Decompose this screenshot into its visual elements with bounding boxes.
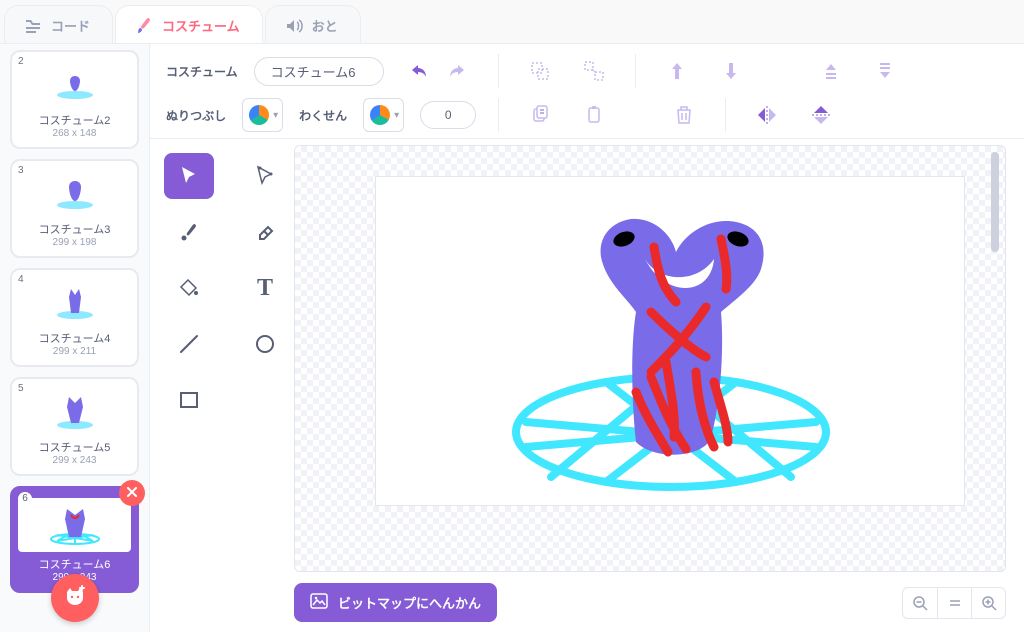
zoom-reset-button[interactable]	[937, 588, 971, 618]
canvas[interactable]	[294, 145, 1006, 572]
tab-costumes-label: コスチューム	[162, 16, 240, 35]
tab-sounds[interactable]: おと	[265, 5, 361, 43]
costume-number: 6	[18, 492, 32, 506]
brush-tool[interactable]	[164, 209, 214, 255]
costume-item[interactable]: 5 コスチューム5 299 x 243	[10, 377, 139, 476]
circle-tool[interactable]	[240, 321, 290, 367]
redo-button[interactable]	[438, 54, 476, 88]
costume-number: 4	[18, 274, 24, 285]
bitmap-icon	[310, 593, 328, 612]
flip-vertical-button[interactable]	[802, 98, 840, 132]
separator	[498, 98, 499, 132]
paint-editor: コスチューム ぬりつぶし ▾	[150, 44, 1024, 632]
costume-number: 3	[18, 165, 24, 176]
undo-button[interactable]	[400, 54, 438, 88]
costume-thumbnail	[18, 498, 131, 552]
delete-costume-button[interactable]	[119, 480, 145, 506]
art-stage	[375, 176, 965, 506]
convert-to-bitmap-button[interactable]: ビットマップにへんかん	[294, 583, 497, 622]
costume-thumbnail	[18, 389, 131, 435]
paste-button[interactable]	[575, 98, 613, 132]
editor-tabs: コード コスチューム おと	[0, 0, 1024, 44]
group-button[interactable]	[521, 54, 559, 88]
backward-button[interactable]	[866, 54, 904, 88]
workspace: T	[150, 139, 1024, 632]
costume-name: コスチューム4	[18, 330, 131, 346]
costume-thumbnail	[18, 62, 131, 108]
separator	[635, 54, 636, 88]
chevron-down-icon: ▾	[273, 110, 278, 121]
costume-item[interactable]: 2 コスチューム2 268 x 148	[10, 50, 139, 149]
canvas-area	[294, 139, 1024, 632]
color-swatch-icon	[249, 105, 269, 125]
select-tool[interactable]	[164, 153, 214, 199]
costume-number: 2	[18, 56, 24, 67]
tab-code-label: コード	[51, 16, 90, 35]
costume-list: 2 コスチューム2 268 x 148 3 コスチューム3 299 x 198 …	[0, 44, 150, 632]
costume-item[interactable]: 4 コスチューム4 299 x 211	[10, 268, 139, 367]
costume-name-label: コスチューム	[166, 63, 238, 80]
brush-icon	[134, 16, 154, 36]
costume-size: 299 x 211	[18, 346, 131, 357]
outline-width-input[interactable]	[420, 101, 476, 129]
add-costume-button[interactable]	[51, 574, 99, 622]
eraser-tool[interactable]	[240, 209, 290, 255]
costume-name: コスチューム6	[18, 556, 131, 572]
color-swatch-icon	[370, 105, 390, 125]
costume-number: 5	[18, 383, 24, 394]
outline-color-picker[interactable]: ▾	[363, 98, 404, 132]
vertical-scrollbar[interactable]	[991, 152, 999, 252]
costume-size: 268 x 148	[18, 128, 131, 139]
fill-color-picker[interactable]: ▾	[242, 98, 283, 132]
text-tool[interactable]: T	[240, 265, 290, 311]
costume-size: 299 x 198	[18, 237, 131, 248]
cat-plus-icon	[62, 584, 88, 613]
zoom-out-button[interactable]	[903, 588, 937, 618]
editor-toolbar: コスチューム ぬりつぶし ▾	[150, 44, 1024, 139]
code-icon	[23, 16, 43, 36]
costume-thumbnail	[18, 171, 131, 217]
costume-size: 299 x 243	[18, 455, 131, 466]
tab-costumes[interactable]: コスチューム	[115, 5, 263, 43]
forward-button[interactable]	[812, 54, 850, 88]
front-button[interactable]	[658, 54, 696, 88]
costume-name: コスチューム2	[18, 112, 131, 128]
flip-horizontal-button[interactable]	[748, 98, 786, 132]
tab-sounds-label: おと	[312, 16, 338, 35]
reshape-tool[interactable]	[240, 153, 290, 199]
sound-icon	[284, 16, 304, 36]
outline-label: わくせん	[299, 107, 347, 124]
separator	[725, 98, 726, 132]
close-icon	[126, 485, 138, 501]
fill-tool[interactable]	[164, 265, 214, 311]
copy-button[interactable]	[521, 98, 559, 132]
costume-thumbnail	[18, 280, 131, 326]
line-tool[interactable]	[164, 321, 214, 367]
bottom-bar: ビットマップにへんかん	[294, 583, 1006, 622]
costume-name: コスチューム3	[18, 221, 131, 237]
delete-button[interactable]	[665, 98, 703, 132]
fill-label: ぬりつぶし	[166, 107, 226, 124]
zoom-controls	[902, 587, 1006, 619]
convert-button-label: ビットマップにへんかん	[338, 593, 481, 612]
zoom-in-button[interactable]	[971, 588, 1005, 618]
tab-code[interactable]: コード	[4, 5, 113, 43]
chevron-down-icon: ▾	[394, 110, 399, 121]
rectangle-tool[interactable]	[164, 377, 214, 423]
separator	[498, 54, 499, 88]
tool-palette: T	[150, 139, 294, 632]
ungroup-button[interactable]	[575, 54, 613, 88]
costume-item[interactable]: 3 コスチューム3 299 x 198	[10, 159, 139, 258]
costume-name-input[interactable]	[254, 57, 384, 86]
back-button[interactable]	[712, 54, 750, 88]
costume-name: コスチューム5	[18, 439, 131, 455]
